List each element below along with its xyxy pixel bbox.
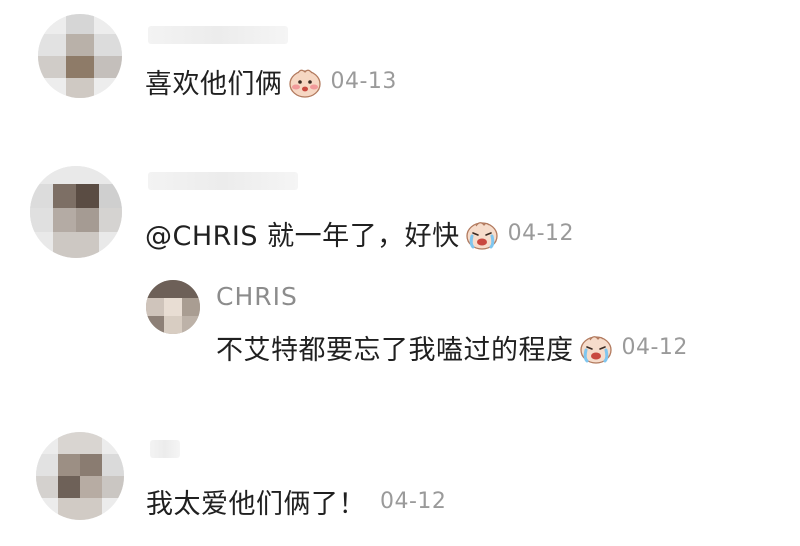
comment-text: 喜欢他们俩 xyxy=(145,69,283,100)
blurred-avatar-image xyxy=(146,280,200,334)
shy-face-emoji xyxy=(288,69,321,98)
avatar[interactable] xyxy=(36,432,124,520)
reply-date: 04-12 xyxy=(621,335,688,360)
reply-avatar[interactable] xyxy=(146,280,200,334)
username-redacted[interactable] xyxy=(148,172,298,190)
avatar[interactable] xyxy=(38,14,122,98)
comment-item: 喜欢他们俩 04-13 xyxy=(0,0,800,130)
reply-author-name[interactable]: CHRIS xyxy=(216,282,298,311)
username-redacted[interactable] xyxy=(150,440,180,458)
comment-text: @CHRIS 就一年了，好快 xyxy=(145,221,460,252)
blurred-avatar-image xyxy=(30,166,122,258)
crying-face-emoji xyxy=(579,335,612,364)
reply-content: 不艾特都要忘了我嗑过的程度 04-12 xyxy=(216,328,688,367)
comment-date: 04-13 xyxy=(330,69,397,94)
comment-item: @CHRIS 就一年了，好快 04-12 CHRIS 不艾特都要忘了我嗑过的程度… xyxy=(0,150,800,400)
comment-date: 04-12 xyxy=(380,489,447,514)
reply-text: 不艾特都要忘了我嗑过的程度 xyxy=(216,335,574,366)
comment-content: 喜欢他们俩 04-13 xyxy=(145,62,397,101)
comment-item: 我太爱他们俩了！ 04-12 xyxy=(0,420,800,546)
crying-face-emoji xyxy=(465,221,498,250)
comment-date: 04-12 xyxy=(507,221,575,246)
avatar[interactable] xyxy=(30,166,122,258)
username-redacted[interactable] xyxy=(148,26,288,44)
comment-content: @CHRIS 就一年了，好快 04-12 xyxy=(145,214,574,253)
comment-content: 我太爱他们俩了！ 04-12 xyxy=(146,482,446,521)
reply-item: CHRIS 不艾特都要忘了我嗑过的程度 04-12 xyxy=(140,276,780,386)
comment-text: 我太爱他们俩了！ xyxy=(146,489,366,520)
blurred-avatar-image xyxy=(38,14,122,98)
blurred-avatar-image xyxy=(36,432,124,520)
